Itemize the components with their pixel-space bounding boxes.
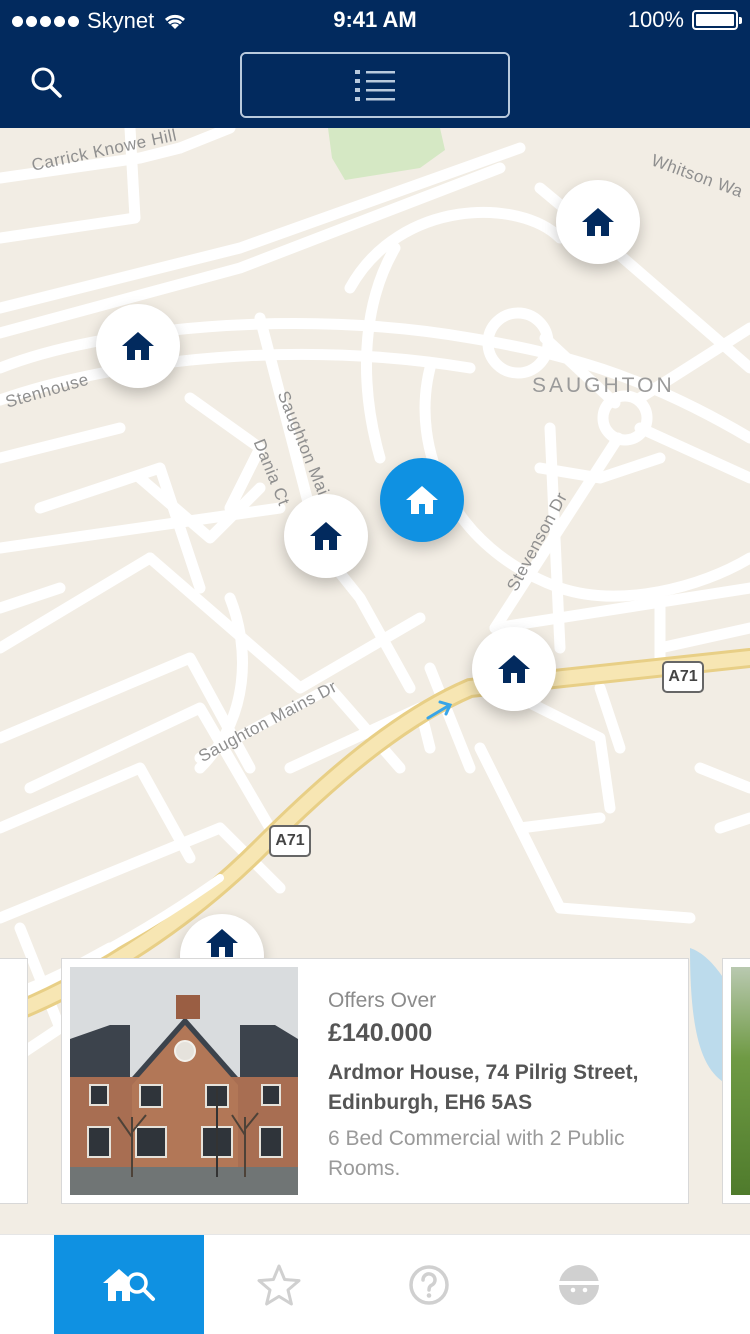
area-label: SAUGHTON (532, 374, 675, 397)
view-toggle (240, 52, 510, 118)
home-search-icon (103, 1269, 155, 1301)
house-icon (582, 208, 614, 236)
tab-search-homes[interactable] (54, 1235, 204, 1334)
listing-card[interactable]: Offers Over £140.000 Ardmor House, 74 Pi… (61, 958, 689, 1204)
list-icon (355, 70, 395, 101)
star-icon (257, 1264, 301, 1306)
listing-address: Ardmor House, 74 Pilrig Street, Edinburg… (328, 1061, 639, 1114)
profile-icon (559, 1265, 599, 1305)
road-shield: A71 (662, 661, 704, 693)
listing-card-previous[interactable] (0, 958, 28, 1204)
property-pin[interactable] (556, 180, 640, 264)
search-button[interactable] (26, 62, 66, 102)
listing-price: £140.000 (328, 1019, 433, 1047)
tab-favourites[interactable] (204, 1235, 354, 1334)
listing-card-next[interactable] (722, 958, 750, 1204)
property-photo (70, 967, 298, 1195)
navigation-bar (0, 40, 750, 128)
property-pin[interactable] (472, 627, 556, 711)
house-icon (498, 655, 530, 683)
list-view-button[interactable] (242, 54, 508, 116)
search-icon (31, 67, 62, 98)
battery-percent: 100% (627, 7, 684, 32)
battery-icon (692, 10, 742, 30)
property-pin[interactable] (284, 494, 368, 578)
help-icon (409, 1265, 449, 1305)
battery-group: 100% (627, 7, 742, 33)
tab-bar (0, 1234, 750, 1334)
status-bar: Skynet 9:41 AM 100% (0, 0, 750, 40)
tab-help[interactable] (354, 1235, 504, 1334)
house-icon (310, 522, 342, 550)
listing-description: 6 Bed Commercial with 2 Public Rooms. (328, 1127, 625, 1180)
house-icon (406, 486, 438, 514)
tab-profile[interactable] (504, 1235, 654, 1334)
offer-label: Offers Over (328, 989, 437, 1012)
road-shield: A71 (269, 825, 311, 857)
house-icon (206, 929, 238, 957)
property-pin[interactable] (96, 304, 180, 388)
listing-details: Offers Over £140.000 Ardmor House, 74 Pi… (328, 989, 668, 1184)
property-pin-selected[interactable] (380, 458, 464, 542)
house-icon (122, 332, 154, 360)
property-photo (731, 967, 750, 1195)
